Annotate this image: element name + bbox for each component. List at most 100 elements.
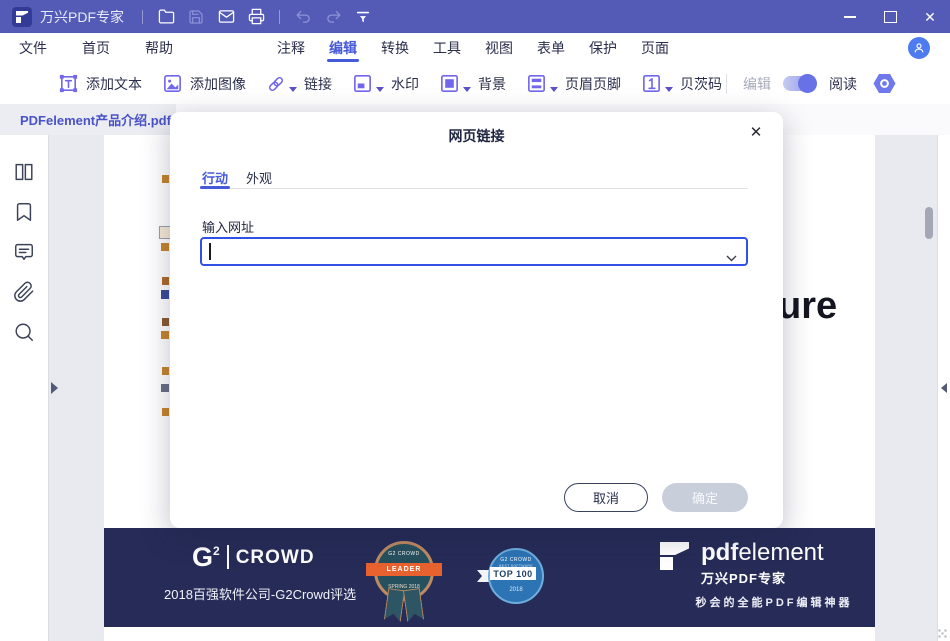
dialog-close-icon[interactable]: ✕ — [745, 122, 767, 144]
tab-appearance[interactable]: 外观 — [246, 168, 272, 187]
pdfelement-tagline: 秒会的全能PDF编辑神器 — [664, 594, 884, 610]
maximize-button[interactable] — [870, 0, 910, 33]
menu-view[interactable]: 视图 — [485, 33, 513, 63]
tool-label: 贝茨码 — [680, 74, 722, 94]
background-icon — [439, 73, 460, 94]
divider — [142, 10, 143, 24]
watermark-button[interactable]: 水印 — [352, 73, 419, 94]
right-panel-expand-arrow[interactable] — [941, 383, 947, 393]
benefits-hexagon-icon[interactable] — [873, 73, 896, 94]
award-caption: 2018百强软件公司-G2Crowd评选 — [164, 584, 356, 603]
menu-convert[interactable]: 转换 — [381, 33, 409, 63]
chevron-down-icon[interactable] — [665, 87, 673, 92]
tool-label: 水印 — [391, 74, 419, 94]
menu-edit[interactable]: 编辑 — [329, 33, 357, 63]
menu-home[interactable]: 首页 — [82, 33, 110, 63]
top100-badge: G2 CROWD BEST SOFTWARE COMPANY 2018 TOP … — [487, 548, 543, 606]
ok-button[interactable]: 确定 — [662, 483, 748, 512]
attachments-panel-icon[interactable] — [13, 281, 35, 303]
app-window: 万兴PDF专家 — [0, 0, 950, 641]
tool-label: 添加图像 — [190, 74, 246, 94]
chevron-down-icon[interactable] — [463, 87, 471, 92]
divider — [200, 188, 748, 189]
dialog-title: 网页链接 — [170, 126, 783, 146]
url-combobox[interactable] — [200, 237, 748, 266]
menu-tools[interactable]: 工具 — [433, 33, 461, 63]
bates-number-button[interactable]: 贝茨码 — [641, 73, 722, 94]
header-footer-button[interactable]: 页眉页脚 — [526, 73, 621, 94]
save-icon[interactable] — [181, 0, 211, 33]
window-resize-grip[interactable] — [938, 629, 947, 638]
menubar: 文件 首页 帮助 注释 编辑 转换 工具 视图 表单 保护 页面 — [0, 33, 950, 64]
menu-help[interactable]: 帮助 — [145, 33, 173, 63]
url-input[interactable] — [210, 240, 720, 263]
chevron-down-icon[interactable] — [376, 87, 384, 92]
g2crowd-logo: G2CROWD — [192, 544, 315, 571]
page-text-fragment — [161, 243, 169, 251]
page-text-fragment — [162, 408, 169, 416]
menu-form[interactable]: 表单 — [537, 33, 565, 63]
header-footer-icon — [526, 73, 547, 94]
email-icon[interactable] — [211, 0, 241, 33]
read-mode-label[interactable]: 阅读 — [829, 74, 857, 94]
add-text-button[interactable]: 添加文本 — [58, 73, 142, 94]
open-file-icon[interactable] — [151, 0, 181, 33]
bates-number-icon — [641, 73, 662, 94]
print-icon[interactable] — [241, 0, 271, 33]
page-heading-fragment: ure — [778, 285, 837, 328]
active-tab-underline — [200, 186, 230, 189]
page-text-fragment — [162, 277, 169, 285]
minimize-button[interactable] — [830, 0, 870, 33]
document-tab-label: PDFelement产品介绍.pdf — [0, 110, 171, 129]
sidebar-expand-arrow[interactable] — [51, 382, 58, 394]
left-sidebar — [0, 135, 49, 641]
link-button[interactable]: 链接 — [266, 74, 332, 94]
text-caret — [209, 243, 211, 260]
background-button[interactable]: 背景 — [439, 73, 506, 94]
add-text-icon — [58, 73, 79, 94]
divider — [279, 10, 280, 24]
cancel-button[interactable]: 取消 — [564, 483, 648, 512]
customize-toolbar-icon[interactable] — [348, 0, 378, 33]
menu-file[interactable]: 文件 — [19, 33, 47, 63]
page-footer-banner: G2CROWD 2018百强软件公司-G2Crowd评选 G2 CROWD SP… — [104, 528, 875, 627]
thumbnails-panel-icon[interactable] — [13, 161, 35, 183]
tool-label: 页眉页脚 — [565, 74, 621, 94]
titlebar: 万兴PDF专家 — [0, 0, 950, 33]
edit-mode-label[interactable]: 编辑 — [743, 74, 771, 94]
undo-icon[interactable] — [288, 0, 318, 33]
document-tab[interactable]: PDFelement产品介绍.pdf — [0, 104, 176, 135]
page-text-fragment — [162, 175, 169, 183]
chevron-down-icon[interactable] — [289, 87, 297, 92]
edit-toolbar: 添加文本 添加图像 链接 — [0, 63, 950, 105]
url-input-label: 输入网址 — [202, 217, 254, 236]
close-button[interactable]: ✕ — [910, 0, 950, 33]
menu-page[interactable]: 页面 — [641, 33, 669, 63]
leader-badge: G2 CROWD SPRING 2018 LEADER — [372, 541, 436, 625]
page-text-fragment — [162, 318, 169, 326]
comments-panel-icon[interactable] — [13, 241, 35, 263]
tab-action[interactable]: 行动 — [202, 168, 228, 187]
web-link-dialog: 网页链接 ✕ 行动 外观 输入网址 取消 确定 — [170, 112, 783, 528]
watermark-icon — [352, 73, 373, 94]
menu-comment[interactable]: 注释 — [277, 33, 305, 63]
divider — [726, 74, 727, 94]
search-panel-icon[interactable] — [13, 321, 35, 343]
redo-icon[interactable] — [318, 0, 348, 33]
page-text-fragment — [162, 367, 169, 375]
edit-read-toggle[interactable] — [783, 76, 815, 91]
vertical-scrollbar-thumb[interactable] — [925, 207, 933, 239]
page-text-fragment — [161, 331, 169, 339]
tool-label: 添加文本 — [86, 74, 142, 94]
app-logo-icon — [12, 7, 32, 27]
account-avatar[interactable] — [908, 37, 930, 59]
combobox-chevron-down-icon[interactable] — [726, 249, 737, 267]
page-text-fragment — [161, 384, 169, 392]
menu-protect[interactable]: 保护 — [589, 33, 617, 63]
add-image-button[interactable]: 添加图像 — [162, 73, 246, 94]
pdfelement-logo: pdfelement 万兴PDF专家 — [660, 541, 824, 587]
add-image-icon — [162, 73, 183, 94]
tool-label: 链接 — [304, 74, 332, 94]
bookmarks-panel-icon[interactable] — [13, 201, 35, 223]
chevron-down-icon[interactable] — [550, 87, 558, 92]
